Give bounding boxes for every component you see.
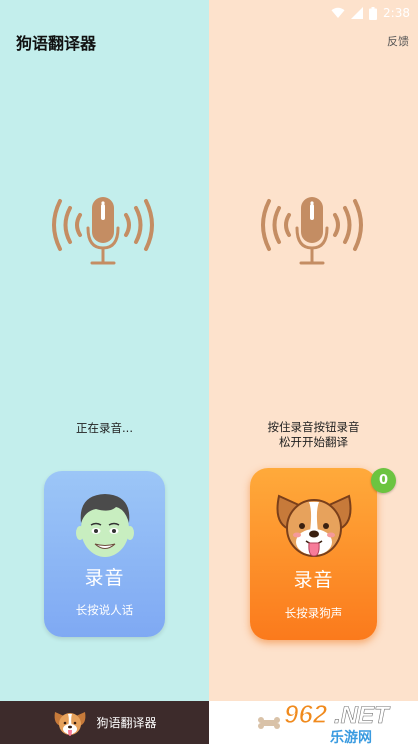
bottom-nav: 狗语翻译器 [0, 701, 418, 744]
page-title: 狗语翻译器 [16, 34, 97, 53]
dog-record-button[interactable]: 录音 长按录狗声 [250, 468, 377, 640]
dog-face-icon [55, 711, 86, 736]
wifi-icon [331, 7, 345, 18]
tab-dog-translator[interactable]: 狗语翻译器 [0, 701, 209, 744]
status-time: 2:38 [383, 6, 410, 20]
bone-icon [257, 716, 280, 729]
translation-count-badge: 0 [371, 468, 396, 493]
microphone-icon [52, 197, 154, 265]
tab-dog-translator-label: 狗语翻译器 [96, 716, 157, 730]
recording-status: 正在录音... [76, 421, 133, 435]
dog-card-subtitle: 长按录狗声 [284, 606, 343, 620]
microphone-icon [261, 197, 363, 265]
human-card-subtitle: 长按说人话 [75, 603, 134, 617]
feedback-link[interactable]: 反馈 [387, 33, 409, 49]
instruction-line-2: 松开开始翻译 [279, 435, 348, 449]
battery-icon [369, 6, 378, 20]
dog-card-title: 录音 [293, 569, 334, 591]
status-bar: 2:38 [331, 4, 410, 22]
tab-secondary[interactable] [209, 701, 418, 744]
signal-icon [351, 7, 364, 19]
instruction-line-1: 按住录音按钮录音 [267, 420, 360, 434]
man-avatar-icon [75, 494, 134, 557]
instruction-text: 按住录音按钮录音 松开开始翻译 [209, 420, 418, 450]
human-card-title: 录音 [84, 567, 125, 589]
human-record-button[interactable]: 录音 长按说人话 [44, 471, 165, 637]
dog-avatar-icon [276, 494, 351, 557]
